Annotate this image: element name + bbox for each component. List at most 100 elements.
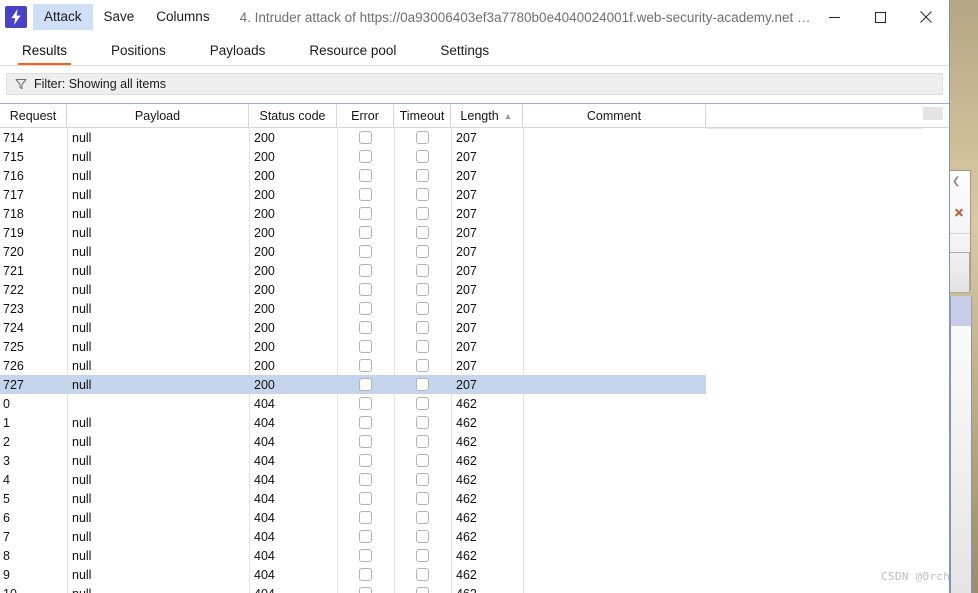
table-row[interactable]: 3 null 404 462 — [0, 451, 706, 470]
table-row[interactable]: 719 null 200 207 — [0, 223, 706, 242]
column-header-comment[interactable]: Comment — [523, 104, 706, 128]
error-checkbox[interactable] — [359, 169, 372, 182]
close-button[interactable] — [903, 0, 949, 34]
table-row[interactable]: 717 null 200 207 — [0, 185, 706, 204]
timeout-checkbox[interactable] — [416, 568, 429, 581]
tab-positions[interactable]: Positions — [111, 42, 166, 65]
timeout-checkbox[interactable] — [416, 359, 429, 372]
vertical-scrollbar-thumb[interactable] — [923, 107, 943, 120]
cell-payload: null — [67, 584, 249, 593]
menu-item-attack[interactable]: Attack — [33, 4, 93, 30]
background-window-panel-2[interactable] — [948, 252, 970, 293]
error-checkbox[interactable] — [359, 359, 372, 372]
timeout-checkbox[interactable] — [416, 454, 429, 467]
error-checkbox[interactable] — [359, 492, 372, 505]
timeout-checkbox[interactable] — [416, 321, 429, 334]
table-row[interactable]: 723 null 200 207 — [0, 299, 706, 318]
minimize-button[interactable] — [811, 0, 857, 34]
timeout-checkbox[interactable] — [416, 492, 429, 505]
timeout-checkbox[interactable] — [416, 397, 429, 410]
tab-results[interactable]: Results — [17, 42, 72, 65]
error-checkbox[interactable] — [359, 549, 372, 562]
timeout-checkbox[interactable] — [416, 378, 429, 391]
error-checkbox[interactable] — [359, 150, 372, 163]
timeout-checkbox[interactable] — [416, 587, 429, 593]
table-row[interactable]: 721 null 200 207 — [0, 261, 706, 280]
error-checkbox[interactable] — [359, 511, 372, 524]
menu-item-save[interactable]: Save — [93, 4, 146, 30]
background-window-panel-3[interactable] — [950, 326, 972, 593]
table-row[interactable]: 2 null 404 462 — [0, 432, 706, 451]
maximize-button[interactable] — [857, 0, 903, 34]
table-row[interactable]: 0 404 462 — [0, 394, 706, 413]
timeout-checkbox[interactable] — [416, 264, 429, 277]
background-close-icon[interactable]: ✕ — [954, 207, 964, 219]
table-row[interactable]: 8 null 404 462 — [0, 546, 706, 565]
error-checkbox[interactable] — [359, 226, 372, 239]
timeout-checkbox[interactable] — [416, 245, 429, 258]
column-header-status-code[interactable]: Status code — [249, 104, 337, 128]
timeout-checkbox[interactable] — [416, 169, 429, 182]
error-checkbox[interactable] — [359, 473, 372, 486]
menu-item-columns[interactable]: Columns — [145, 4, 220, 30]
column-header-length[interactable]: Length ▲ — [451, 104, 523, 128]
column-header-payload[interactable]: Payload — [67, 104, 249, 128]
timeout-checkbox[interactable] — [416, 302, 429, 315]
column-header-error[interactable]: Error — [337, 104, 394, 128]
error-checkbox[interactable] — [359, 568, 372, 581]
error-checkbox[interactable] — [359, 435, 372, 448]
timeout-checkbox[interactable] — [416, 340, 429, 353]
tab-payloads[interactable]: Payloads — [210, 42, 266, 65]
tab-settings[interactable]: Settings — [440, 42, 489, 65]
timeout-checkbox[interactable] — [416, 549, 429, 562]
error-checkbox[interactable] — [359, 264, 372, 277]
table-row[interactable]: 718 null 200 207 — [0, 204, 706, 223]
error-checkbox[interactable] — [359, 416, 372, 429]
error-checkbox[interactable] — [359, 378, 372, 391]
error-checkbox[interactable] — [359, 245, 372, 258]
timeout-checkbox[interactable] — [416, 283, 429, 296]
error-checkbox[interactable] — [359, 340, 372, 353]
table-row[interactable]: 720 null 200 207 — [0, 242, 706, 261]
table-row[interactable]: 1 null 404 462 — [0, 413, 706, 432]
error-checkbox[interactable] — [359, 454, 372, 467]
timeout-checkbox[interactable] — [416, 416, 429, 429]
table-row[interactable]: 724 null 200 207 — [0, 318, 706, 337]
timeout-checkbox[interactable] — [416, 131, 429, 144]
timeout-checkbox[interactable] — [416, 226, 429, 239]
table-row[interactable]: 714 null 200 207 — [0, 128, 706, 147]
error-checkbox[interactable] — [359, 188, 372, 201]
error-checkbox[interactable] — [359, 302, 372, 315]
table-row[interactable]: 10null404 462 — [0, 584, 706, 593]
table-row[interactable]: 5 null 404 462 — [0, 489, 706, 508]
timeout-checkbox[interactable] — [416, 530, 429, 543]
table-row[interactable]: 715 null 200 207 — [0, 147, 706, 166]
column-header-timeout[interactable]: Timeout — [394, 104, 451, 128]
error-checkbox[interactable] — [359, 207, 372, 220]
table-row[interactable]: 716 null 200 207 — [0, 166, 706, 185]
table-row[interactable]: 727 null 200 207 — [0, 375, 706, 394]
error-checkbox[interactable] — [359, 321, 372, 334]
error-checkbox[interactable] — [359, 397, 372, 410]
table-row[interactable]: 725 null 200 207 — [0, 337, 706, 356]
timeout-checkbox[interactable] — [416, 435, 429, 448]
timeout-checkbox[interactable] — [416, 150, 429, 163]
error-checkbox[interactable] — [359, 131, 372, 144]
table-row[interactable]: 6 null 404 462 — [0, 508, 706, 527]
filter-bar[interactable]: Filter: Showing all items — [6, 73, 943, 95]
table-row[interactable]: 7 null 404 462 — [0, 527, 706, 546]
column-header-request[interactable]: Request — [0, 104, 67, 128]
table-row[interactable]: 4 null 404 462 — [0, 470, 706, 489]
table-row[interactable]: 726 null 200 207 — [0, 356, 706, 375]
timeout-checkbox[interactable] — [416, 207, 429, 220]
cell-length: 207 — [456, 301, 477, 316]
timeout-checkbox[interactable] — [416, 473, 429, 486]
error-checkbox[interactable] — [359, 283, 372, 296]
error-checkbox[interactable] — [359, 530, 372, 543]
table-row[interactable]: 722 null 200 207 — [0, 280, 706, 299]
tab-resource-pool[interactable]: Resource pool — [309, 42, 396, 65]
table-row[interactable]: 9 null 404 462 — [0, 565, 706, 584]
timeout-checkbox[interactable] — [416, 188, 429, 201]
timeout-checkbox[interactable] — [416, 511, 429, 524]
error-checkbox[interactable] — [359, 587, 372, 593]
